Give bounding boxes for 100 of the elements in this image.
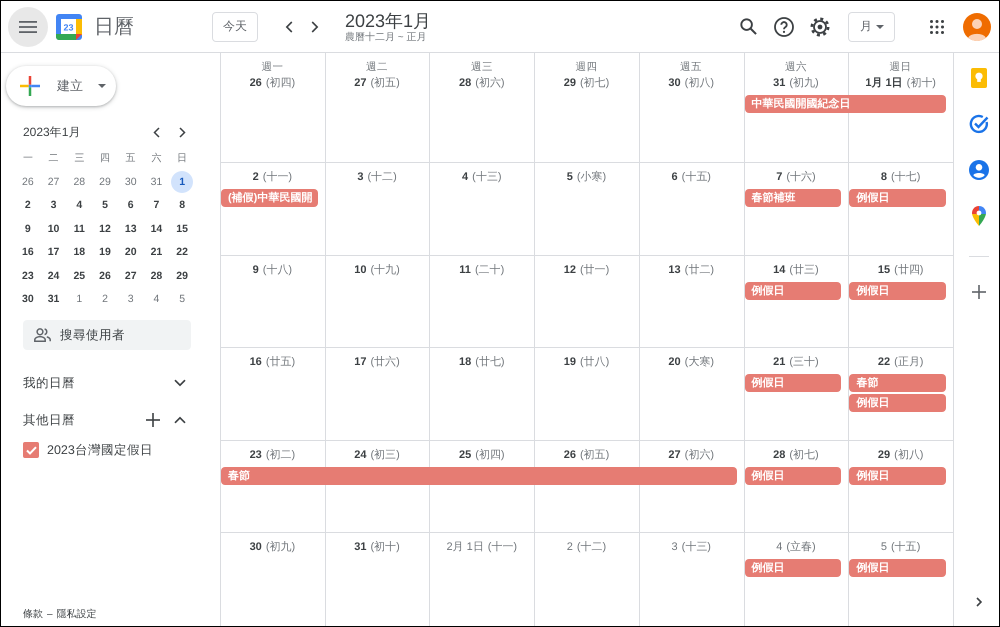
day-number[interactable]: 4: [462, 169, 468, 185]
people-icon: [34, 328, 51, 342]
day-number[interactable]: 2月 1日: [446, 539, 484, 556]
mini-calendar-day[interactable]: 2: [94, 288, 116, 310]
mini-calendar-day[interactable]: 14: [145, 218, 168, 240]
mini-calendar-day[interactable]: 31: [42, 288, 65, 310]
day-number[interactable]: 6: [671, 169, 678, 185]
mini-calendar-day[interactable]: 11: [68, 218, 90, 240]
lunar-date: (十五): [682, 170, 711, 185]
day-number[interactable]: 28: [773, 446, 786, 463]
mini-calendar-day[interactable]: 30: [120, 170, 142, 193]
day-number[interactable]: 18: [458, 354, 472, 370]
mini-calendar-day[interactable]: 26: [16, 170, 39, 193]
mini-calendar-day[interactable]: 23: [16, 264, 39, 287]
mini-calendar-day[interactable]: 7: [145, 194, 168, 216]
day-number[interactable]: 5: [566, 169, 573, 185]
day-number[interactable]: 3: [671, 539, 678, 556]
section-title: 其他日曆: [23, 412, 76, 428]
day-number[interactable]: 19: [564, 354, 576, 370]
day-number[interactable]: 31: [354, 539, 367, 556]
lunar-date: (十三): [472, 170, 502, 185]
mini-calendar-day[interactable]: 27: [120, 264, 142, 287]
day-number[interactable]: 30: [250, 539, 262, 556]
footer-link[interactable]: 條款: [23, 607, 43, 621]
day-number[interactable]: 26: [250, 75, 262, 91]
mini-calendar-day[interactable]: 3: [42, 194, 65, 216]
day-number[interactable]: 1月 1日: [865, 75, 903, 91]
lunar-subtitle: 農曆十二月 ~ 正月: [345, 32, 428, 44]
mini-calendar-day[interactable]: 16: [16, 241, 39, 264]
day-number[interactable]: 27: [354, 75, 367, 91]
day-number[interactable]: 11: [459, 262, 471, 278]
mini-calendar-day[interactable]: 4: [145, 288, 168, 310]
mini-calendar-day[interactable]: 29: [171, 264, 194, 287]
today-button[interactable]: 今天: [212, 12, 258, 42]
day-number[interactable]: 30: [668, 75, 681, 91]
account-button[interactable]: [963, 12, 991, 40]
day-number[interactable]: 2: [566, 539, 573, 556]
mini-calendar-day[interactable]: 22: [171, 241, 194, 264]
mini-calendar-day[interactable]: 17: [42, 241, 65, 264]
mini-calendar-day[interactable]: 28: [145, 264, 168, 287]
mini-calendar-day[interactable]: 21: [145, 241, 168, 264]
mini-calendar-day[interactable]: 4: [68, 194, 90, 216]
mini-calendar-day[interactable]: 15: [171, 218, 194, 240]
day-number[interactable]: 12: [564, 262, 576, 278]
day-number[interactable]: 23: [250, 446, 262, 463]
day-number[interactable]: 9: [252, 262, 259, 278]
day-number[interactable]: 31: [773, 75, 786, 91]
day-number[interactable]: 27: [668, 446, 681, 463]
view-selector[interactable]: 月: [848, 12, 895, 42]
mini-calendar-day[interactable]: 8: [171, 194, 194, 216]
mini-calendar-day[interactable]: 1: [68, 288, 90, 310]
day-number[interactable]: 17: [354, 354, 367, 370]
day-number[interactable]: 22: [878, 354, 890, 370]
menu-button[interactable]: [8, 6, 48, 46]
day-number[interactable]: 2: [252, 169, 259, 185]
day-number[interactable]: 3: [357, 169, 364, 185]
day-number[interactable]: 24: [354, 446, 367, 463]
day-number[interactable]: 21: [773, 354, 786, 370]
footer-link[interactable]: 隱私設定: [56, 607, 97, 621]
mini-calendar-day[interactable]: 26: [94, 264, 116, 287]
day-number[interactable]: 5: [880, 539, 888, 556]
calendar-checkbox[interactable]: [23, 442, 39, 458]
day-number[interactable]: 13: [668, 262, 681, 278]
day-number[interactable]: 7: [776, 169, 782, 185]
day-number[interactable]: 14: [773, 262, 786, 278]
mini-calendar-day[interactable]: 1: [171, 170, 194, 193]
day-number[interactable]: 20: [668, 354, 681, 370]
mini-calendar-day[interactable]: 3: [120, 288, 142, 310]
mini-calendar-day[interactable]: 27: [42, 170, 65, 193]
day-number[interactable]: 8: [880, 169, 888, 185]
mini-calendar-day[interactable]: 6: [120, 194, 142, 216]
mini-calendar-day[interactable]: 29: [94, 170, 116, 193]
day-number[interactable]: 15: [878, 262, 890, 278]
mini-calendar-day[interactable]: 24: [42, 264, 65, 287]
lunar-date: (初七): [789, 448, 819, 463]
day-number[interactable]: 4: [776, 539, 782, 556]
day-number[interactable]: 16: [250, 354, 262, 370]
avatar-icon: [963, 12, 991, 40]
mini-calendar-day[interactable]: 31: [145, 170, 168, 193]
mini-calendar-day[interactable]: 10: [42, 218, 65, 240]
create-button[interactable]: 建立: [6, 66, 116, 106]
day-number[interactable]: 29: [564, 75, 576, 91]
day-number[interactable]: 10: [354, 262, 367, 278]
mini-calendar-day[interactable]: 25: [68, 264, 90, 287]
mini-calendar-day[interactable]: 20: [120, 241, 142, 264]
day-number[interactable]: 29: [878, 446, 890, 463]
day-number[interactable]: 26: [564, 446, 576, 463]
mini-calendar-day[interactable]: 2: [16, 194, 39, 216]
mini-calendar-day[interactable]: 19: [94, 241, 116, 264]
mini-calendar-day[interactable]: 18: [68, 241, 90, 264]
mini-calendar-day[interactable]: 13: [120, 218, 142, 240]
search-people-field[interactable]: 搜尋使用者: [23, 320, 191, 350]
day-number[interactable]: 25: [458, 446, 472, 463]
mini-calendar-day[interactable]: 5: [171, 288, 194, 310]
mini-calendar-day[interactable]: 28: [68, 170, 90, 193]
mini-calendar-day[interactable]: 5: [94, 194, 116, 216]
day-number[interactable]: 28: [458, 75, 472, 91]
mini-calendar-day[interactable]: 9: [16, 218, 39, 240]
mini-calendar-day[interactable]: 12: [94, 218, 116, 240]
mini-calendar-day[interactable]: 30: [16, 288, 39, 310]
